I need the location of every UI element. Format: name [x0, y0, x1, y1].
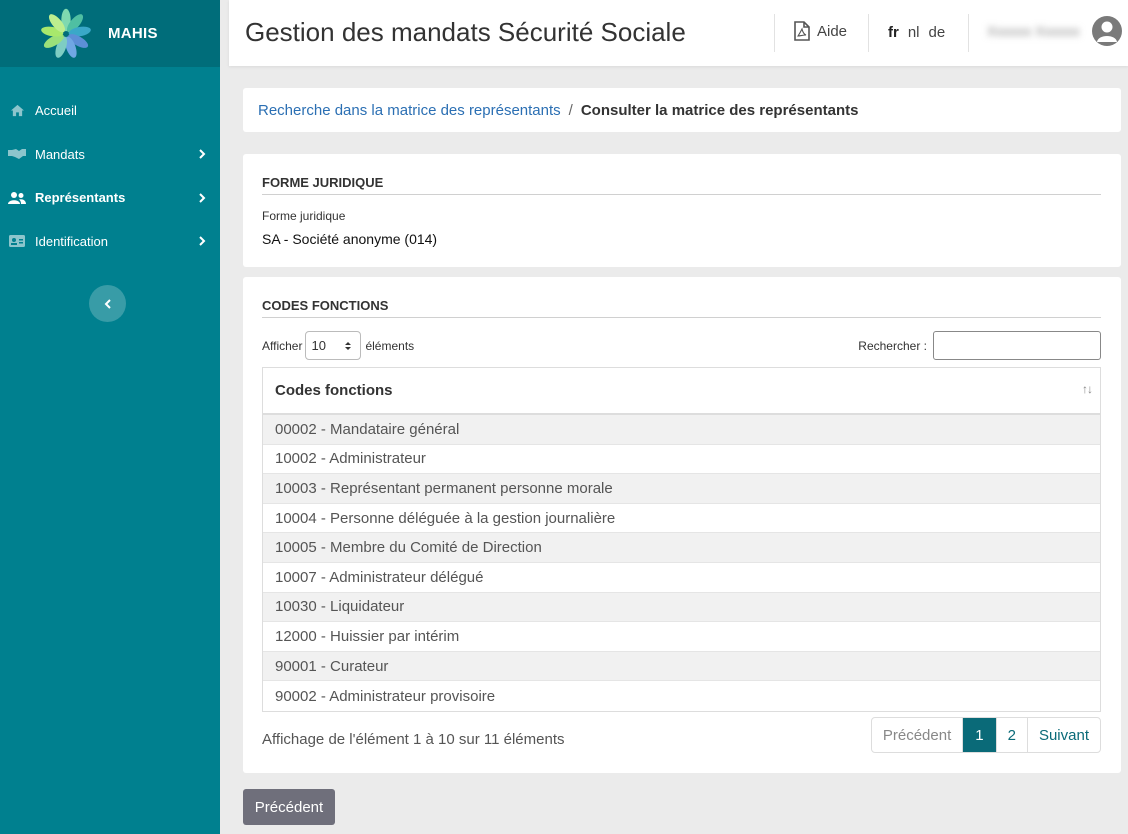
sidebar-item-label: Identification [35, 233, 108, 249]
search-label: Rechercher : [858, 338, 927, 353]
table-row: 12000 - Huissier par intérim [263, 622, 1100, 652]
sidebar-item-label: Accueil [35, 103, 77, 119]
column-header-codes-fonctions[interactable]: Codes fonctions ↑↓ [263, 368, 1100, 415]
id-card-icon [8, 235, 26, 248]
search-input[interactable] [933, 331, 1101, 360]
lang-de[interactable]: de [929, 24, 946, 41]
table-row: 10007 - Administrateur délégué [263, 563, 1100, 593]
brand-bar[interactable]: MAHIS [0, 0, 220, 67]
sort-icon: ↑↓ [1082, 382, 1093, 396]
page-title: Gestion des mandats Sécurité Sociale [245, 17, 686, 47]
sidebar-item-representants[interactable]: Représentants [0, 176, 220, 220]
sidebar-collapse-button[interactable] [89, 285, 126, 322]
table-row: 10003 - Représentant permanent personne … [263, 474, 1100, 504]
table-search: Rechercher : [858, 331, 1101, 360]
forme-juridique-value: SA - Société anonyme (014) [262, 231, 438, 247]
table-row: 10030 - Liquidateur [263, 592, 1100, 623]
lang-nl[interactable]: nl [908, 24, 920, 41]
sidebar-item-label: Représentants [35, 190, 126, 206]
chevron-left-icon [104, 298, 111, 309]
breadcrumb-link-recherche[interactable]: Recherche dans la matrice des représenta… [258, 102, 561, 119]
mahis-logo-icon [41, 8, 91, 58]
users-icon [8, 191, 26, 204]
section-title-codes-fonctions: CODES FONCTIONS [262, 298, 1101, 318]
section-title-forme-juridique: FORME JURIDIQUE [262, 175, 1101, 195]
table-row: 00002 - Mandataire général [263, 415, 1100, 445]
brand-name: MAHIS [108, 25, 158, 42]
sidebar: MAHIS Accueil Mandats Représentants Iden… [0, 0, 220, 834]
table-row: 10002 - Administrateur [263, 445, 1100, 475]
pagination-page-1[interactable]: 1 [962, 718, 996, 752]
column-header-label: Codes fonctions [275, 382, 393, 399]
table-row: 10005 - Membre du Comité de Direction [263, 533, 1100, 563]
chevron-right-icon [199, 149, 206, 159]
codes-table: Codes fonctions ↑↓ 00002 - Mandataire gé… [262, 367, 1101, 712]
breadcrumb-current: Consulter la matrice des représentants [580, 101, 859, 119]
avatar[interactable] [1091, 16, 1122, 46]
user-name: Xxxxxx Xxxxxx [987, 23, 1080, 39]
pagination-page-2[interactable]: 2 [995, 718, 1027, 752]
sidebar-item-mandats[interactable]: Mandats [0, 133, 220, 177]
table-row: 90002 - Administrateur provisoire [275, 687, 496, 705]
help-link[interactable]: Aide [794, 21, 847, 41]
pdf-icon [794, 21, 810, 41]
page-size-select[interactable]: 10 [305, 331, 362, 360]
chevron-right-icon [199, 236, 206, 246]
table-body: 00002 - Mandataire général 10002 - Admin… [263, 415, 1100, 711]
header-divider [968, 14, 969, 52]
handshake-icon [8, 148, 26, 160]
table-info: Affichage de l'élément 1 à 10 sur 11 élé… [262, 731, 565, 748]
back-button[interactable]: Précédent [243, 789, 335, 825]
show-prefix-label: Afficher [262, 338, 303, 353]
sidebar-item-label: Mandats [35, 146, 85, 162]
sidebar-item-accueil[interactable]: Accueil [0, 89, 220, 133]
forme-juridique-label: Forme juridique [262, 209, 346, 223]
help-label: Aide [817, 22, 848, 40]
pagination-previous[interactable]: Précédent [872, 718, 962, 752]
language-switcher: fr nl de [888, 24, 945, 41]
sort-select-icon [345, 342, 352, 350]
lang-fr[interactable]: fr [888, 24, 899, 41]
user-icon [1096, 21, 1117, 42]
pagination-next[interactable]: Suivant [1026, 718, 1100, 752]
user-menu[interactable]: Xxxxxx Xxxxxx [987, 16, 1122, 46]
top-header: Gestion des mandats Sécurité Sociale Aid… [229, 0, 1128, 66]
home-icon [8, 104, 26, 117]
chevron-right-icon [199, 193, 206, 203]
breadcrumb: Recherche dans la matrice des représenta… [243, 88, 1121, 132]
show-suffix-label: éléments [365, 338, 415, 353]
pagination: Précédent 1 2 Suivant [870, 717, 1101, 753]
sidebar-nav: Accueil Mandats Représentants Identifica… [0, 89, 220, 263]
table-row: 90001 - Curateur [263, 651, 1100, 682]
page-size-value: 10 [311, 338, 326, 353]
header-divider [774, 14, 775, 52]
table-row: 10004 - Personne déléguée à la gestion j… [263, 504, 1100, 534]
codes-fonctions-card: CODES FONCTIONS Afficher 10 éléments Rec… [243, 277, 1121, 773]
breadcrumb-separator: / [568, 101, 573, 119]
sidebar-item-identification[interactable]: Identification [0, 220, 220, 264]
forme-juridique-card: FORME JURIDIQUE Forme juridique SA - Soc… [243, 154, 1121, 267]
page-size-control: Afficher 10 éléments [262, 331, 414, 360]
header-divider [868, 14, 869, 52]
